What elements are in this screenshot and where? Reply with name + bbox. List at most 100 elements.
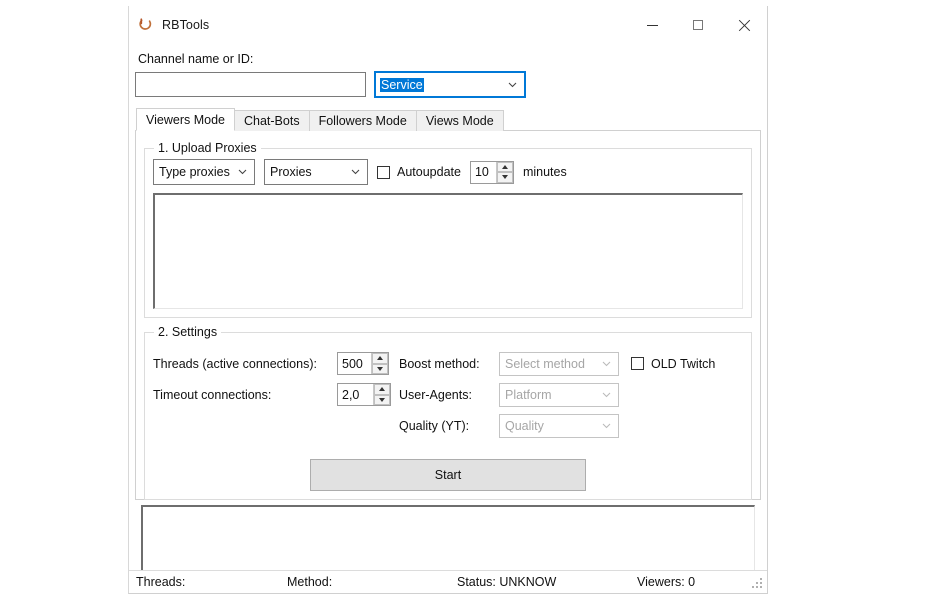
title-bar: RBTools xyxy=(129,6,767,44)
channel-label: Channel name or ID: xyxy=(138,52,254,66)
proxies-textarea[interactable] xyxy=(153,193,743,309)
maximize-icon xyxy=(693,20,703,30)
autoupdate-minutes-stepper[interactable]: 10 xyxy=(469,160,514,184)
old-twitch-checkbox[interactable]: OLD Twitch xyxy=(631,357,715,371)
settings-left-column: Threads (active connections): 500 Timeou… xyxy=(153,348,399,441)
timeout-label: Timeout connections: xyxy=(153,387,272,402)
client-area: Channel name or ID: Service Viewers Mode… xyxy=(129,52,767,573)
chevron-down-icon xyxy=(602,421,611,430)
proxies-source-combo[interactable]: Proxies xyxy=(264,159,368,185)
arrow-up-icon xyxy=(379,387,385,392)
stepper-down-button[interactable] xyxy=(496,172,513,183)
close-icon xyxy=(738,19,751,32)
arrow-up-icon xyxy=(377,356,383,361)
timeout-row: Timeout connections: 2,0 xyxy=(153,379,399,410)
title-bar-left: RBTools xyxy=(129,17,209,33)
boost-method-combo[interactable]: Select method xyxy=(499,351,619,376)
timeout-value: 2,0 xyxy=(342,387,360,402)
group-upload-proxies-title: 1. Upload Proxies xyxy=(154,141,261,155)
minutes-label: minutes xyxy=(522,165,567,179)
threads-stepper-buttons[interactable] xyxy=(371,353,388,374)
minimize-button[interactable] xyxy=(629,6,675,44)
channel-input[interactable] xyxy=(135,72,366,97)
status-bar: Threads: Method: Status: UNKNOW Viewers:… xyxy=(129,570,767,593)
boost-method-row: Boost method: Select method OLD Twitch xyxy=(399,348,743,379)
checkbox-icon xyxy=(377,165,390,179)
stepper-up-button[interactable] xyxy=(496,161,513,172)
boost-method-label: Boost method: xyxy=(399,356,480,371)
tab-viewers-mode-label: Viewers Mode xyxy=(146,113,225,127)
user-agents-row: User-Agents: Platform xyxy=(399,379,743,410)
quality-combo[interactable]: Quality xyxy=(499,413,619,438)
minimize-icon xyxy=(646,24,658,26)
tab-views-mode[interactable]: Views Mode xyxy=(415,110,504,131)
tab-followers-mode-label: Followers Mode xyxy=(318,114,407,128)
status-viewers: Viewers: 0 xyxy=(637,575,696,589)
settings-body: Threads (active connections): 500 Timeou… xyxy=(153,343,743,441)
old-twitch-label: OLD Twitch xyxy=(651,356,716,371)
arrow-down-icon xyxy=(379,397,385,402)
quality-combo-value: Quality xyxy=(505,418,544,433)
log-textarea[interactable] xyxy=(141,505,755,573)
stepper-down-button[interactable] xyxy=(372,363,388,374)
application-window: RBTools Channel name or ID: Service View… xyxy=(128,6,768,594)
tab-chat-bots-label: Chat-Bots xyxy=(243,114,300,128)
checkbox-icon xyxy=(631,357,644,370)
timeout-stepper-buttons[interactable] xyxy=(373,384,390,405)
user-agents-combo[interactable]: Platform xyxy=(499,382,619,407)
window-controls xyxy=(629,6,767,44)
settings-right-column: Boost method: Select method OLD Twitch U… xyxy=(399,348,743,441)
arrow-down-icon xyxy=(377,366,383,371)
autoupdate-minutes-value: 10 xyxy=(474,165,489,179)
autoupdate-stepper-buttons[interactable] xyxy=(495,161,513,183)
arrow-up-icon xyxy=(501,164,508,169)
chevron-down-icon xyxy=(508,80,517,89)
threads-row: Threads (active connections): 500 xyxy=(153,348,399,379)
upload-proxies-controls-row: Type proxies Proxies Autoupdate 10 minut… xyxy=(153,159,743,185)
ring-icon xyxy=(137,17,153,33)
type-proxies-combo-value: Type proxies xyxy=(159,165,230,179)
chevron-down-icon xyxy=(602,359,611,368)
autoupdate-label: Autoupdate xyxy=(397,165,461,179)
user-agents-label: User-Agents: xyxy=(399,387,472,402)
tab-views-mode-label: Views Mode xyxy=(425,114,494,128)
boost-method-combo-value: Select method xyxy=(505,356,585,371)
arrow-down-icon xyxy=(501,175,508,180)
group-upload-proxies: 1. Upload Proxies Type proxies Proxies A… xyxy=(144,141,752,318)
status-threads: Threads: xyxy=(136,575,186,589)
status-method: Method: xyxy=(287,575,333,589)
window-title: RBTools xyxy=(162,18,210,32)
service-combo-value: Service xyxy=(380,77,424,92)
threads-value: 500 xyxy=(342,356,363,371)
threads-stepper[interactable]: 500 xyxy=(337,352,389,375)
stepper-down-button[interactable] xyxy=(374,394,390,405)
start-button-label: Start xyxy=(434,468,462,482)
tab-chat-bots[interactable]: Chat-Bots xyxy=(233,110,310,131)
maximize-button[interactable] xyxy=(675,6,721,44)
service-combo[interactable]: Service xyxy=(374,71,526,98)
chevron-down-icon xyxy=(602,390,611,399)
tab-viewers-mode[interactable]: Viewers Mode xyxy=(136,108,235,131)
tab-page-viewers-mode: 1. Upload Proxies Type proxies Proxies A… xyxy=(135,130,761,500)
close-button[interactable] xyxy=(721,6,767,44)
threads-label: Threads (active connections): xyxy=(153,356,317,371)
tab-strip: Viewers Mode Chat-Bots Followers Mode Vi… xyxy=(136,108,761,131)
start-button[interactable]: Start xyxy=(310,459,586,491)
resize-grip-icon[interactable] xyxy=(752,578,764,590)
group-settings: 2. Settings Threads (active connections)… xyxy=(144,325,752,500)
channel-row: Service xyxy=(135,71,761,98)
chevron-down-icon xyxy=(351,167,360,176)
timeout-stepper[interactable]: 2,0 xyxy=(337,383,391,406)
chevron-down-icon xyxy=(238,167,247,176)
autoupdate-checkbox[interactable]: Autoupdate xyxy=(377,165,461,179)
group-settings-title: 2. Settings xyxy=(154,325,222,339)
quality-row: Quality (YT): Quality xyxy=(399,410,743,441)
tab-followers-mode[interactable]: Followers Mode xyxy=(308,110,417,131)
quality-label: Quality (YT): xyxy=(399,418,470,433)
stepper-up-button[interactable] xyxy=(374,384,390,395)
proxies-source-combo-value: Proxies xyxy=(270,165,312,179)
status-badge: Status: UNKNOW xyxy=(457,575,557,589)
user-agents-combo-value: Platform xyxy=(505,387,552,402)
stepper-up-button[interactable] xyxy=(372,353,388,364)
type-proxies-combo[interactable]: Type proxies xyxy=(153,159,255,185)
